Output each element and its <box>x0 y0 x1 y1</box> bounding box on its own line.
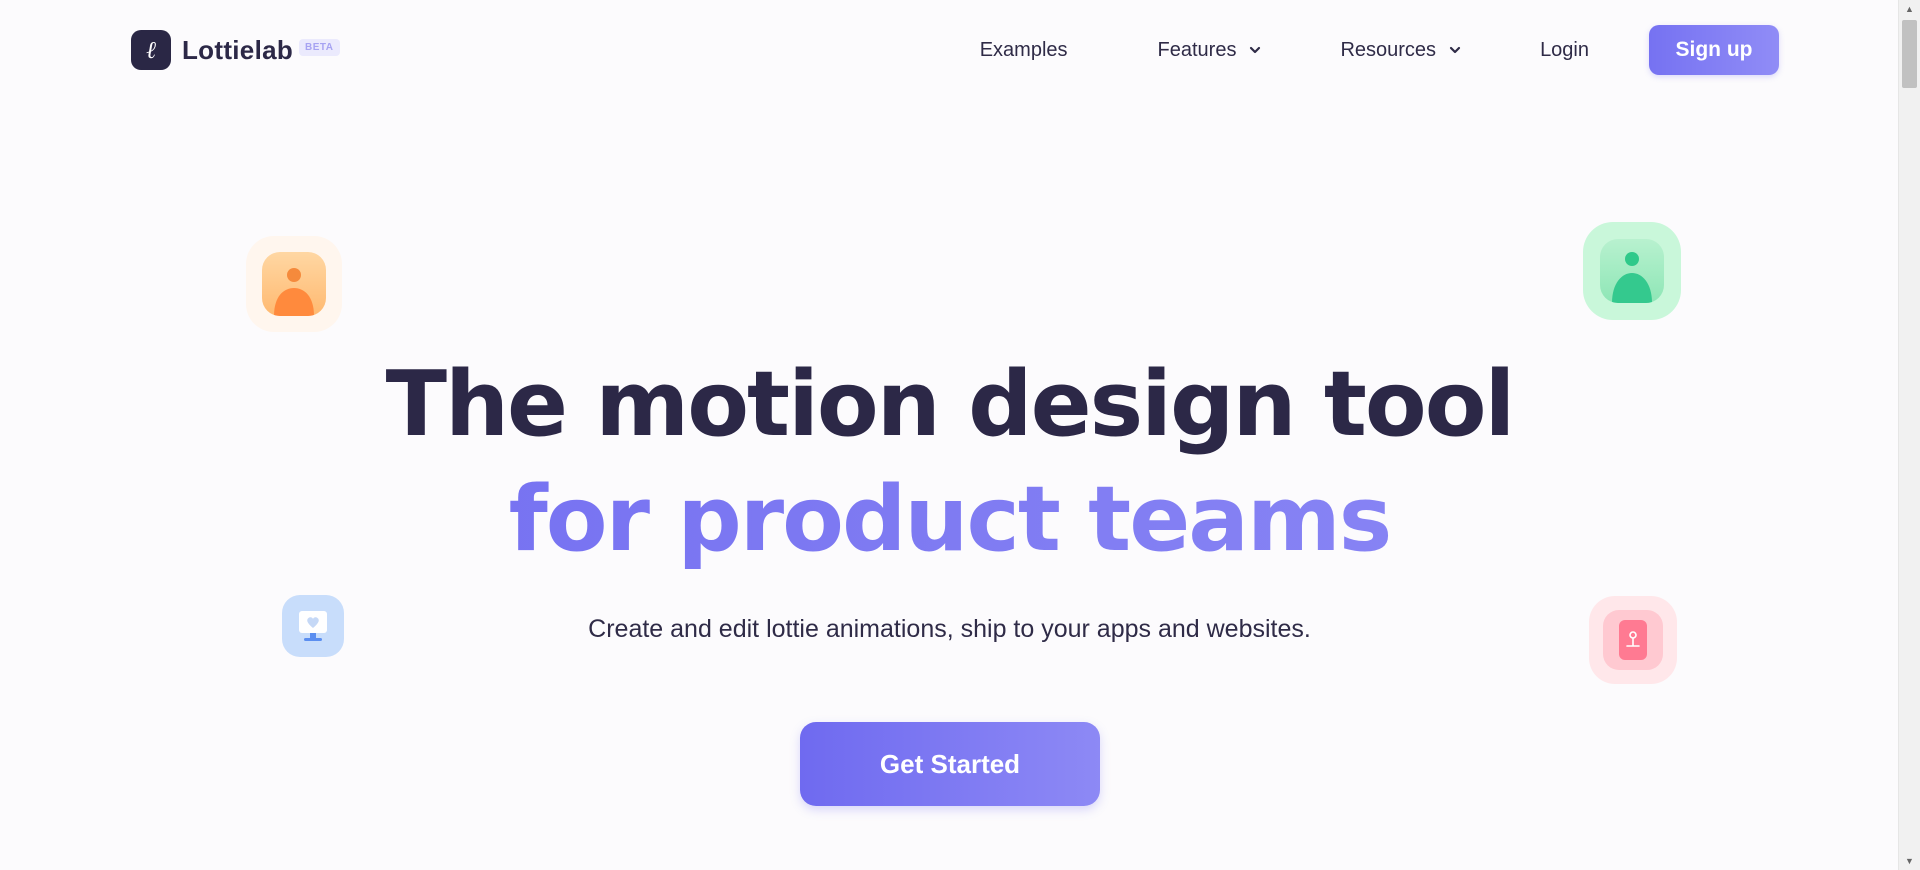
hero-title-line2: for product teams <box>0 470 1899 570</box>
main-nav: Examples Features Resources Login Sign u… <box>980 25 1779 75</box>
beta-badge: BETA <box>299 38 340 56</box>
scroll-down-arrow-icon[interactable]: ▼ <box>1899 854 1920 868</box>
hero-subtitle: Create and edit lottie animations, ship … <box>588 615 1311 643</box>
login-link[interactable]: Login <box>1540 39 1589 62</box>
chevron-down-icon <box>1250 46 1261 54</box>
scroll-thumb[interactable] <box>1902 20 1917 88</box>
get-started-button[interactable]: Get Started <box>800 722 1100 806</box>
user-avatar-icon <box>246 236 342 332</box>
signup-button[interactable]: Sign up <box>1649 25 1779 75</box>
logo[interactable]: ℓ Lottielab BETA <box>131 30 340 70</box>
scroll-up-arrow-icon[interactable]: ▲ <box>1899 2 1920 16</box>
nav-examples-label: Examples <box>979 38 1068 61</box>
user-avatar-icon <box>1583 222 1681 320</box>
logo-mark-icon: ℓ <box>131 30 171 70</box>
nav-examples[interactable]: Examples <box>980 39 1068 62</box>
hero-title-line1: The motion design tool <box>385 352 1516 457</box>
page: ℓ Lottielab BETA Examples Features Resou… <box>0 0 1899 870</box>
brand-name: Lottielab <box>182 34 294 65</box>
nav-resources-dropdown[interactable]: Resources <box>1340 39 1462 62</box>
nav-resources-label: Resources <box>1340 38 1437 61</box>
login-label: Login <box>1540 38 1589 61</box>
vertical-scrollbar[interactable]: ▲ ▼ <box>1898 0 1920 870</box>
nav-features-label: Features <box>1157 38 1237 61</box>
chevron-down-icon <box>1449 46 1461 54</box>
nav-features-dropdown[interactable]: Features <box>1158 39 1263 62</box>
